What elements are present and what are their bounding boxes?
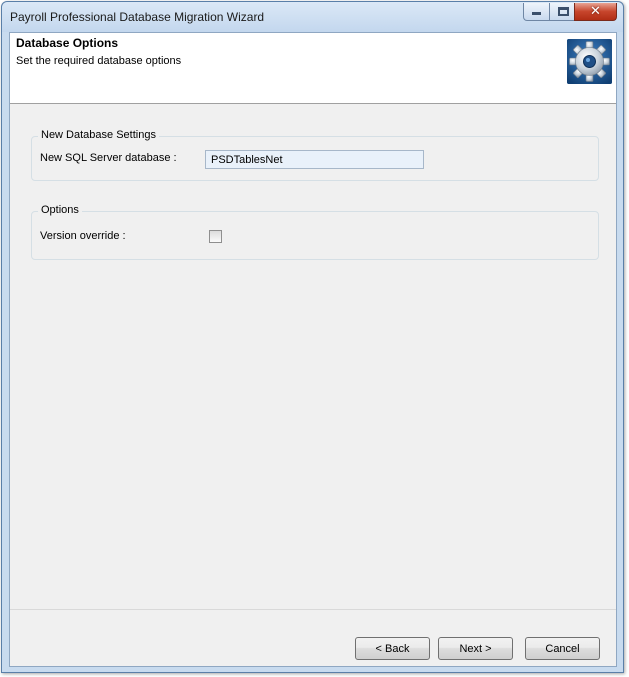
- gear-icon: [567, 39, 612, 84]
- footer-divider: [10, 609, 616, 610]
- maximize-icon: [558, 7, 569, 16]
- maximize-button[interactable]: [549, 3, 575, 21]
- page-title: Database Options: [16, 36, 119, 50]
- version-override-label: Version override :: [40, 230, 126, 242]
- next-button[interactable]: Next >: [438, 637, 513, 660]
- back-button[interactable]: < Back: [355, 637, 430, 660]
- page-subtitle: Set the required database options: [16, 55, 182, 67]
- minimize-button[interactable]: [523, 3, 550, 21]
- new-sql-server-database-input[interactable]: [205, 150, 424, 169]
- new-sql-server-database-label: New SQL Server database :: [40, 152, 177, 164]
- close-icon: ✕: [590, 4, 601, 19]
- options-legend: Options: [38, 204, 82, 216]
- close-button[interactable]: ✕: [574, 3, 617, 21]
- caption-buttons: ✕: [523, 3, 617, 21]
- wizard-client-area: Database Options Set the required databa…: [9, 32, 617, 667]
- wizard-header: Database Options Set the required databa…: [10, 33, 616, 104]
- minimize-icon: [532, 12, 541, 15]
- cancel-button[interactable]: Cancel: [525, 637, 600, 660]
- title-bar[interactable]: Payroll Professional Database Migration …: [2, 2, 623, 32]
- new-database-settings-legend: New Database Settings: [38, 129, 159, 141]
- version-override-checkbox[interactable]: [209, 230, 222, 243]
- window-title: Payroll Professional Database Migration …: [10, 10, 265, 24]
- new-database-settings-group: New Database Settings New SQL Server dat…: [31, 129, 599, 181]
- wizard-window: Payroll Professional Database Migration …: [1, 1, 624, 673]
- options-group: Options Version override :: [31, 204, 599, 260]
